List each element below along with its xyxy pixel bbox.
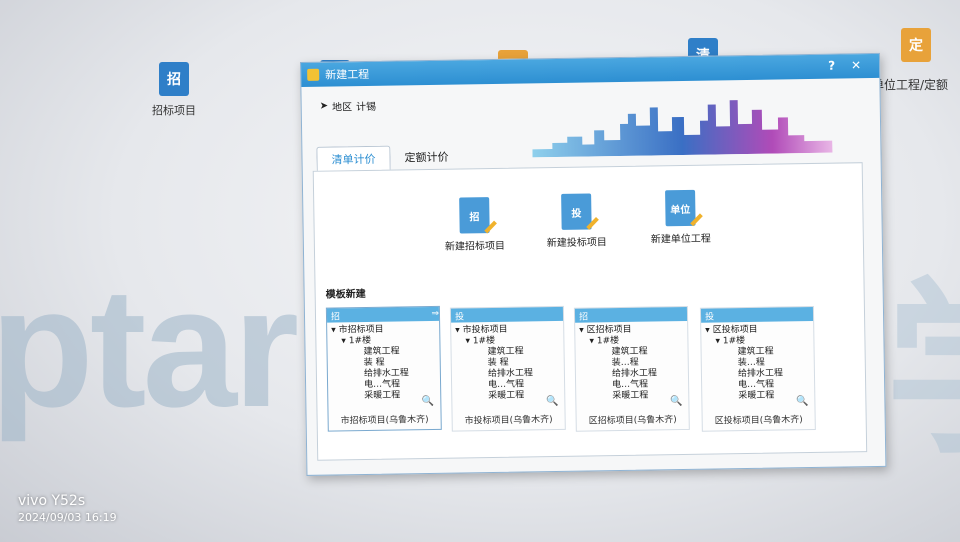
- background-watermark: ptar: [0, 253, 299, 443]
- project-tree: ▾ 区招标项目 ▾ 1#楼 建筑工程 装…程 给排水工程 电…气程 采暖工程: [579, 324, 658, 402]
- action-label: 新建投标项目: [546, 237, 607, 250]
- action-label: 新建单位工程: [650, 233, 711, 246]
- search-icon[interactable]: 🔍: [546, 396, 559, 407]
- unit-doc-icon: 单位: [665, 189, 703, 227]
- pricing-tabs: 清单计价 定额计价: [316, 144, 462, 172]
- desktop-icon-bidding-project[interactable]: 招 招标项目: [142, 62, 206, 118]
- new-project-dialog: 新建工程 ? ✕ ➤ 地区 计锡 清单计价 定额计价 招 新建招标项目 投 新建: [300, 52, 887, 476]
- tab-quota-pricing[interactable]: 定额计价: [390, 144, 462, 170]
- template-caption: 市投标项目(乌鲁木齐): [464, 415, 553, 427]
- camera-watermark: vivo Y52s 2024/09/03 16:19: [18, 493, 117, 524]
- template-card-district-bidding[interactable]: 招 ▾ 区招标项目 ▾ 1#楼 建筑工程 装…程 给排水工程 电…气程 采暖工程…: [573, 305, 690, 432]
- search-icon[interactable]: 🔍: [796, 396, 809, 407]
- project-tree: ▾ 市招标项目 ▾ 1#楼 建筑工程 装 程 给排水工程 电…气程 采暖工程: [331, 324, 409, 402]
- new-unit-project-button[interactable]: 单位 新建单位工程: [640, 189, 721, 246]
- search-icon[interactable]: 🔍: [670, 396, 683, 407]
- new-tender-project-button[interactable]: 投 新建投标项目: [536, 193, 617, 249]
- template-caption: 区招标项目(乌鲁木齐): [588, 415, 677, 427]
- desktop-icon-quota[interactable]: 定 单位工程/定额: [872, 28, 960, 93]
- bid-doc-icon: 招: [159, 62, 189, 96]
- action-label: 新建招标项目: [444, 240, 506, 253]
- camera-brand: vivo Y52s: [18, 493, 86, 509]
- desktop-icon-label: 招标项目: [152, 104, 196, 117]
- region-label: 地区: [332, 102, 353, 114]
- region-value: 计锡: [356, 101, 377, 114]
- tender-doc-icon: 投: [561, 193, 599, 230]
- app-icon: [307, 68, 320, 81]
- region-selector[interactable]: ➤ 地区 计锡: [320, 98, 377, 114]
- tab-bill-pricing[interactable]: 清单计价: [316, 145, 391, 172]
- project-tree: ▾ 市投标项目 ▾ 1#楼 建筑工程 装 程 给排水工程 电…气程 采暖工程: [455, 324, 534, 402]
- tab-panel: 招 新建招标项目 投 新建投标项目 单位 新建单位工程 模板新建 招 ⇒ ▾ 市招…: [312, 162, 868, 461]
- template-section-title: 模板新建: [325, 288, 366, 301]
- dialog-title: 新建工程: [325, 67, 370, 82]
- background-watermark-right: 学: [885, 215, 960, 490]
- template-caption: 区投标项目(乌鲁木齐): [714, 415, 803, 427]
- new-bidding-project-button[interactable]: 招 新建招标项目: [434, 197, 515, 253]
- close-button[interactable]: ✕: [851, 58, 861, 72]
- quota-doc-icon: 定: [901, 28, 931, 62]
- project-tree: ▾ 区投标项目 ▾ 1#楼 建筑工程 装…程 给排水工程 电…气程 采暖工程: [705, 324, 784, 402]
- template-card-district-tender[interactable]: 投 ▾ 区投标项目 ▾ 1#楼 建筑工程 装…程 给排水工程 电…气程 采暖工程…: [699, 305, 816, 432]
- bid-doc-icon: 招: [459, 197, 497, 234]
- camera-datetime: 2024/09/03 16:19: [18, 511, 117, 524]
- city-skyline-banner: [532, 100, 833, 158]
- template-caption: 市招标项目(乌鲁木齐): [340, 415, 429, 427]
- dialog-titlebar[interactable]: 新建工程 ? ✕: [301, 53, 880, 87]
- search-icon[interactable]: 🔍: [422, 396, 435, 407]
- location-arrow-icon: ➤: [319, 100, 329, 112]
- template-card-city-bidding[interactable]: 招 ⇒ ▾ 市招标项目 ▾ 1#楼 建筑工程 装 程 给排水工程 电…气程 采暖工…: [325, 305, 442, 432]
- arrow-right-icon: ⇒: [431, 308, 440, 319]
- pen-icon: [484, 220, 497, 234]
- template-card-city-tender[interactable]: 投 ▾ 市投标项目 ▾ 1#楼 建筑工程 装 程 给排水工程 电…气程 采暖工程…: [449, 305, 566, 432]
- desktop-icon-label: 单位工程/定额: [872, 78, 949, 92]
- pen-icon: [586, 217, 599, 230]
- pen-icon: [690, 213, 703, 227]
- help-button[interactable]: ?: [828, 59, 835, 73]
